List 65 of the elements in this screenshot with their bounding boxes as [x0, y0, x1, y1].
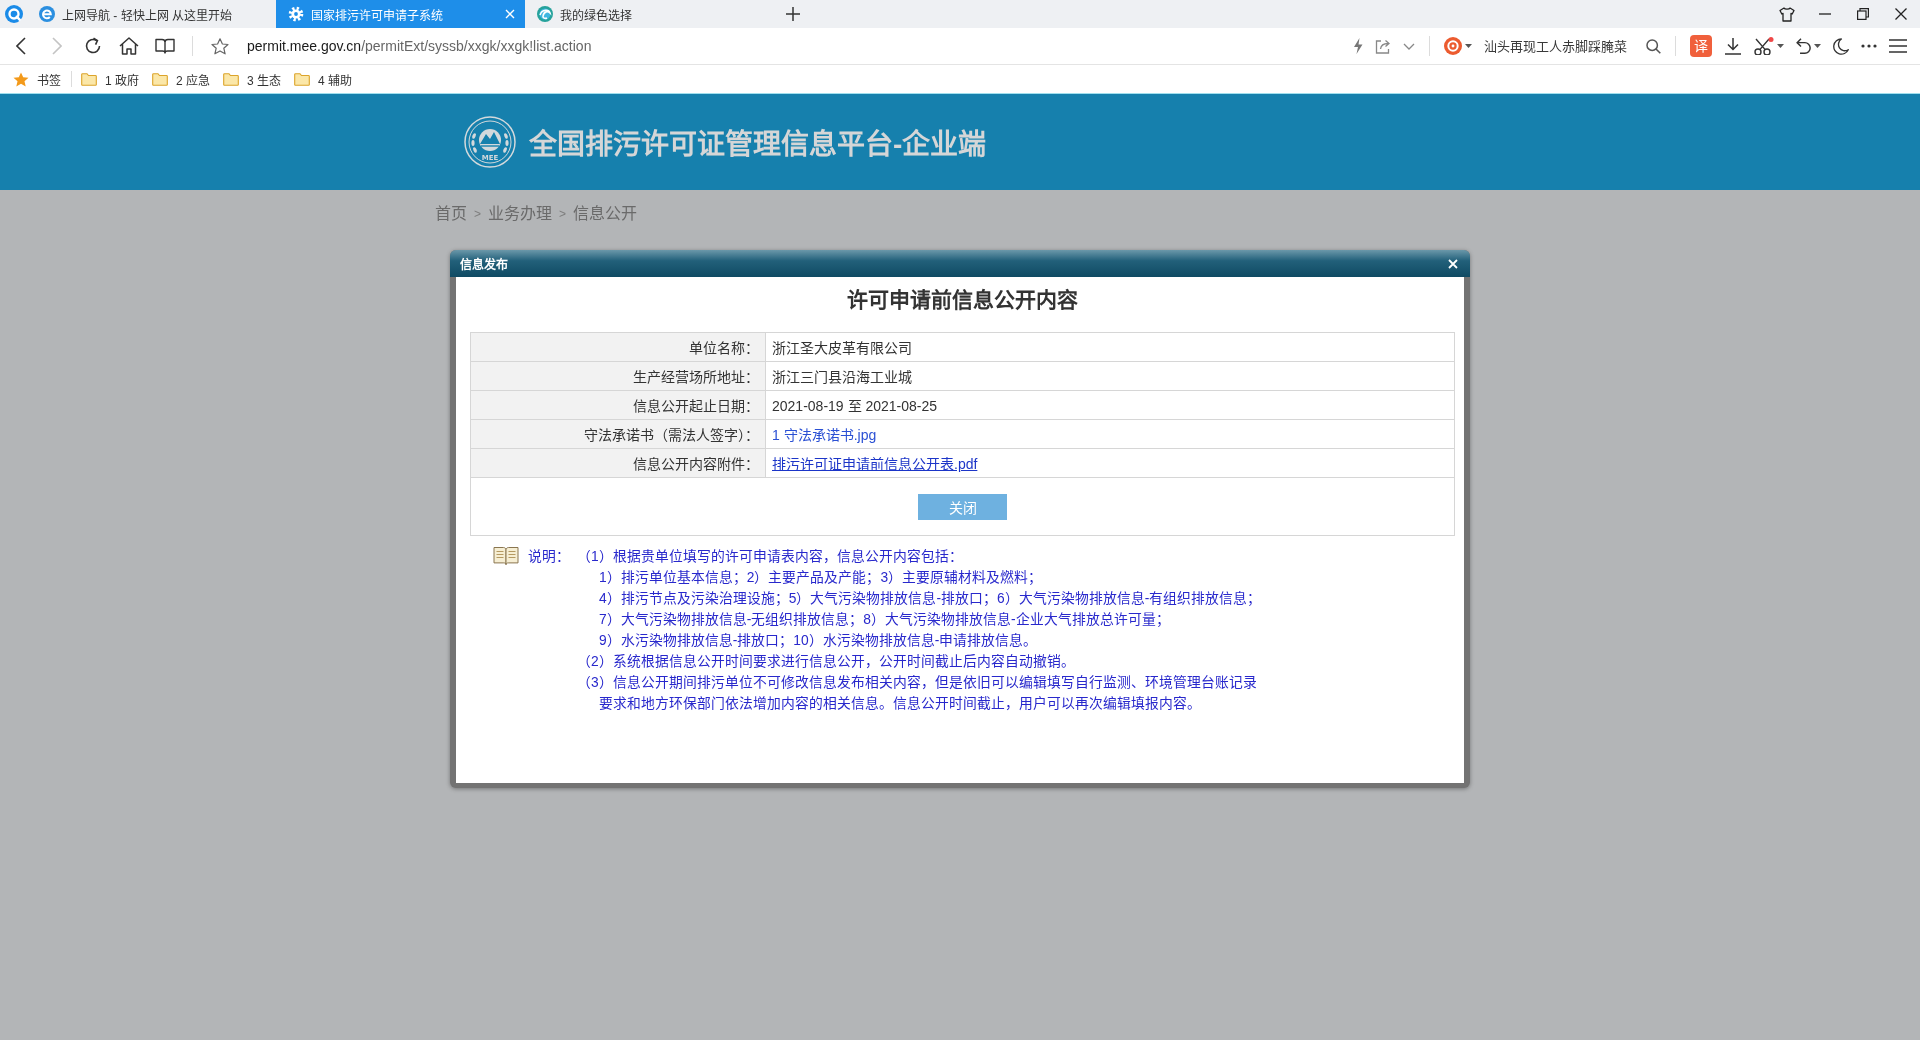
caret-icon[interactable] [1814, 44, 1821, 48]
note-text: 4）排污节点及污染治理设施；5）大气污染物排放信息-排放口；6）大气污染物排放信息-有组织排放信息； [599, 590, 1263, 608]
bookmark-item[interactable]: 4 辅助 [294, 70, 353, 88]
browser-tab[interactable]: 上网导航 - 轻快上网 从这里开始 [27, 0, 276, 28]
note-text: 7）大气污染物排放信息-无组织排放信息；8）大气污染物排放信息-企业大气排放总许可量； [599, 611, 1171, 629]
bookmark-item[interactable]: 2 应急 [152, 70, 211, 88]
bookmark-item[interactable]: 1 政府 [81, 70, 139, 88]
file-link[interactable]: 排污许可证申请前信息公开表.pdf [772, 456, 978, 472]
menu-icon[interactable] [1889, 39, 1907, 53]
address-field[interactable]: permit.mee.gov.cn/permitExt/syssb/xxgk/xxgk!list.action [247, 38, 1353, 54]
dialog-heading: 许可申请前信息公开内容 [846, 287, 1079, 313]
home-icon[interactable] [119, 37, 139, 55]
notes-label: 说明： [527, 548, 571, 566]
caret-icon[interactable] [1777, 44, 1784, 48]
lightning-icon[interactable] [1353, 38, 1363, 54]
table-cell: 2021-08-19 至 2021-08-25 [765, 390, 1455, 420]
table-cell: 守法承诺书（需法人签字）： [470, 419, 766, 449]
plus-icon[interactable] [786, 7, 800, 21]
reload-icon[interactable] [84, 37, 102, 55]
moon-icon[interactable] [1833, 37, 1849, 55]
more-icon[interactable] [1861, 44, 1877, 48]
search-field[interactable]: 汕头再现工人赤脚踩腌菜 [1484, 38, 1634, 54]
folder-icon [294, 72, 311, 86]
search-icon[interactable] [1646, 38, 1661, 54]
table-cell: 信息公开起止日期： [470, 390, 766, 420]
back-icon[interactable] [16, 37, 26, 55]
folder-icon [81, 72, 97, 86]
letter-e-icon [39, 6, 55, 22]
caret-icon[interactable] [1465, 44, 1472, 48]
table-cell: 浙江三门县沿海工业城 [765, 361, 1455, 391]
dialog-title: 信息发布 [460, 256, 508, 272]
star-icon [13, 71, 29, 87]
table-cell: 单位名称： [470, 332, 766, 362]
file-link[interactable]: 1 守法承诺书.jpg [772, 427, 877, 443]
scissors-icon[interactable] [1754, 37, 1774, 55]
share-icon[interactable] [1375, 38, 1391, 54]
site-title: 全国排污许可证管理信息平台-企业端 [529, 128, 987, 162]
download-icon[interactable] [1724, 37, 1742, 55]
browser-tab[interactable]: 我的绿色选择 [525, 0, 774, 28]
gear-icon [288, 6, 304, 22]
chevron-down-icon[interactable] [1403, 42, 1415, 50]
star-icon[interactable] [211, 37, 229, 55]
note-text: （1）根据贵单位填写的许可申请表内容，信息公开内容包括： [577, 548, 964, 566]
shirt-icon[interactable] [1779, 6, 1795, 22]
breadcrumb-separator: > [559, 206, 567, 223]
bookmark-item[interactable]: 3 生态 [223, 70, 282, 88]
folder-icon [223, 72, 240, 86]
breadcrumb-separator: > [474, 206, 481, 223]
table-cell: 信息公开内容附件： [470, 448, 766, 478]
undo-icon[interactable] [1796, 38, 1811, 54]
note-text: （3）信息公开期间排污单位不可修改信息发布相关内容，但是依旧可以编辑填写自行监测、环境管理台账记录要求和地方环保部门依法增加内容的相关信息。信息公开时间截止，用户可以再次编辑填报内容。 [577, 674, 1258, 713]
target-icon[interactable] [1444, 37, 1462, 55]
open-book-icon[interactable] [155, 38, 175, 54]
table-cell: 浙江圣大皮革有限公司 [765, 332, 1455, 362]
ring-logo-icon[interactable] [5, 5, 23, 23]
book-icon [493, 546, 519, 566]
restore-icon[interactable] [1857, 8, 1869, 20]
note-text: 9）水污染物排放信息-排放口；10）水污染物排放信息-申请排放信息。 [599, 632, 1039, 650]
bookmark-item[interactable]: 书签 [13, 70, 61, 88]
note-text: 1）排污单位基本信息；2）主要产品及产能；3）主要原辅材料及燃料； [599, 569, 1044, 587]
table-cell: 生产经营场所地址： [470, 361, 766, 391]
close-icon[interactable] [1895, 8, 1907, 20]
swirl-logo-icon [537, 6, 553, 22]
folder-icon [152, 72, 168, 86]
note-text: （2）系统根据信息公开时间要求进行信息公开，公开时间截止后内容自动撤销。 [577, 653, 1076, 671]
